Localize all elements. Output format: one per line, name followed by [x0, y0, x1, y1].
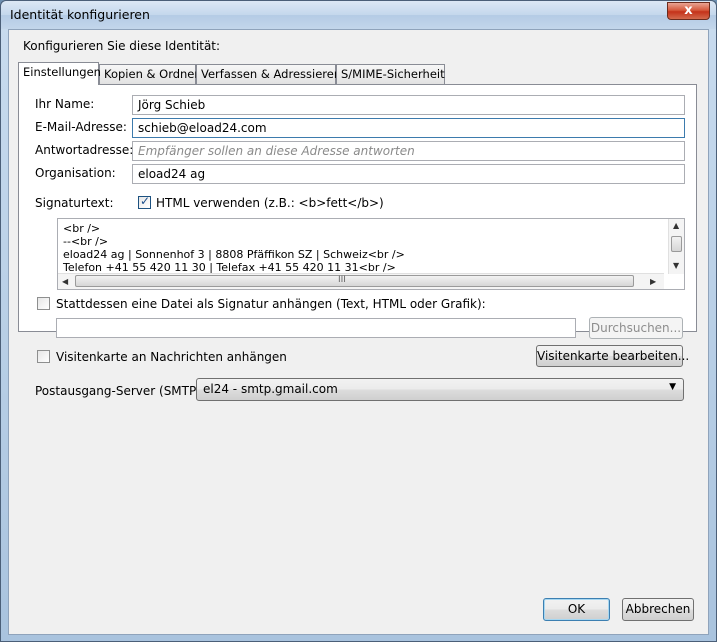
dialog-body: Konfigurieren Sie diese Identität: Einst… — [8, 29, 709, 635]
tab-verfassen-adressieren[interactable]: Verfassen & Adressieren — [196, 64, 341, 84]
signature-line: --<br /> — [63, 235, 109, 248]
scroll-down-icon[interactable]: ▼ — [673, 261, 679, 270]
email-label: E-Mail-Adresse: — [35, 120, 127, 134]
scroll-right-icon[interactable]: ▶ — [650, 277, 656, 286]
signature-vertical-scrollbar[interactable]: ▲ ▼ — [668, 219, 684, 274]
html-checkbox-label: HTML verwenden (z.B.: <b>fett</b>) — [156, 196, 384, 210]
vertical-scroll-thumb[interactable] — [671, 236, 682, 252]
title-bar[interactable]: Identität konfigurieren x — [1, 1, 716, 29]
ok-button[interactable]: OK — [543, 598, 610, 621]
signature-textarea[interactable]: <br /> --<br /> eload24 ag | Sonnenhof 3… — [57, 218, 685, 290]
horizontal-scroll-thumb[interactable]: III — [75, 275, 634, 287]
dialog-window: Identität konfigurieren x Konfigurieren … — [0, 0, 717, 642]
signature-line: <br /> — [63, 222, 101, 235]
scroll-grip-icon: III — [338, 275, 346, 285]
cancel-button[interactable]: Abbrechen — [622, 598, 694, 621]
smtp-server-select[interactable]: el24 - smtp.gmail.com ▼ — [196, 378, 684, 401]
settings-panel: Ihr Name: Jörg Schieb E-Mail-Adresse: sc… — [18, 84, 697, 332]
chevron-down-icon: ▼ — [669, 382, 676, 392]
attach-file-label: Stattdessen eine Datei als Signatur anhä… — [56, 297, 486, 311]
dialog-heading: Konfigurieren Sie diese Identität: — [23, 39, 221, 53]
signature-text: <br /> --<br /> eload24 ag | Sonnenhof 3… — [63, 222, 405, 274]
reply-field[interactable]: Empfänger sollen an diese Adresse antwor… — [132, 141, 685, 161]
reply-label: Antwortadresse: — [35, 143, 134, 157]
email-field[interactable]: schieb@eload24.com — [132, 118, 685, 138]
vcard-checkbox[interactable] — [37, 350, 50, 363]
tab-einstellungen[interactable]: Einstellungen — [18, 62, 101, 85]
attach-file-checkbox[interactable] — [37, 297, 50, 310]
signature-line: eload24 ag | Sonnenhof 3 | 8808 Pfäffiko… — [63, 248, 405, 261]
html-checkbox[interactable] — [138, 194, 151, 209]
close-button[interactable]: x — [667, 2, 710, 20]
organisation-field[interactable]: eload24 ag — [132, 164, 685, 184]
name-field[interactable]: Jörg Schieb — [132, 95, 685, 115]
name-label: Ihr Name: — [35, 97, 95, 111]
vcard-label: Visitenkarte an Nachrichten anhängen — [56, 350, 287, 364]
signature-horizontal-scrollbar[interactable]: ◀ III ▶ — [58, 273, 664, 289]
tab-kopien-ordner[interactable]: Kopien & Ordner — [99, 64, 199, 84]
window-title: Identität konfigurieren — [10, 7, 150, 22]
scroll-left-icon[interactable]: ◀ — [62, 277, 68, 286]
organisation-label: Organisation: — [35, 166, 116, 180]
signature-label: Signaturtext: — [35, 196, 114, 210]
tab-smime-sicherheit[interactable]: S/MIME-Sicherheit — [336, 64, 445, 84]
signature-file-path-field[interactable] — [56, 318, 576, 338]
smtp-server-value: el24 - smtp.gmail.com — [203, 382, 338, 396]
smtp-label: Postausgang-Server (SMTP): — [35, 384, 205, 398]
close-icon: x — [684, 3, 693, 18]
scroll-up-icon[interactable]: ▲ — [673, 221, 679, 230]
edit-vcard-button[interactable]: Visitenkarte bearbeiten... — [536, 345, 689, 367]
browse-button[interactable]: Durchsuchen... — [589, 317, 683, 339]
